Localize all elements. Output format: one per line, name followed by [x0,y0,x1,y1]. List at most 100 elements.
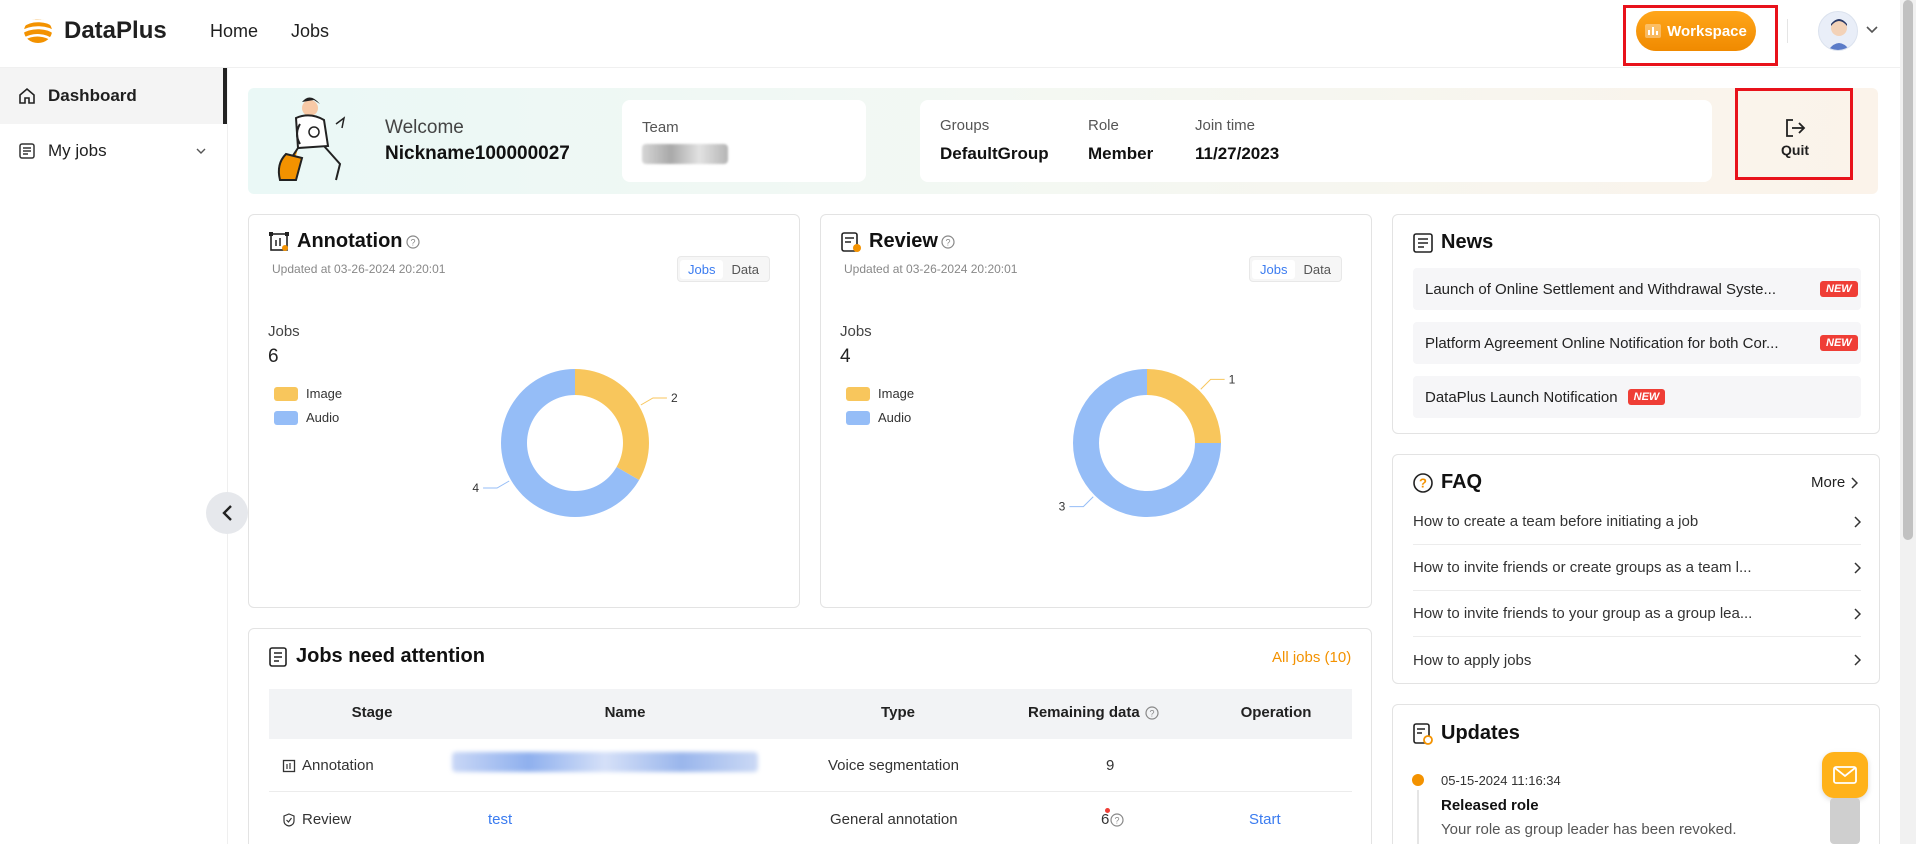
news-item-text: DataPlus Launch Notification [1425,388,1618,406]
legend-swatch [846,386,870,401]
annotation-metric-label: Jobs [268,323,300,340]
type-cell: General annotation [830,811,958,828]
header-divider [1787,19,1788,43]
table-row [269,792,1352,844]
remaining-cell: 9 [1106,757,1115,774]
quit-button[interactable]: Quit [1755,118,1835,164]
update-heading: Released role [1441,797,1539,814]
news-item-text: Launch of Online Settlement and Withdraw… [1425,280,1777,298]
faq-item-text: How to invite friends or create groups a… [1413,559,1752,576]
toggle-data[interactable]: Data [723,260,766,279]
job-name-redacted[interactable] [452,752,758,772]
legend-image: Image [274,386,342,401]
help-icon[interactable]: ? [1110,812,1124,827]
column-header-remaining: Remaining data ? [1028,704,1159,721]
toggle-jobs[interactable]: Jobs [1252,259,1296,279]
review-icon [841,232,861,252]
annotation-title: Annotation [297,230,403,252]
join-time-value: 11/27/2023 [1195,144,1280,163]
start-button[interactable]: Start [1249,811,1281,828]
update-date: 05-15-2024 11:16:34 [1441,773,1561,788]
faq-item[interactable]: How to invite friends or create groups a… [1413,545,1861,591]
chevron-right-icon [1854,607,1861,620]
role-value: Member [1088,144,1154,163]
faq-item[interactable]: How to apply jobs [1413,637,1861,683]
chevron-down-icon[interactable] [1866,26,1878,34]
welcome-illustration-icon [277,97,346,181]
faq-item[interactable]: How to create a team before initiating a… [1413,499,1861,545]
column-header-label: Remaining data [1028,704,1140,721]
toggle-jobs[interactable]: Jobs [680,259,724,279]
svg-text:?: ? [945,238,950,248]
faq-item-text: How to apply jobs [1413,651,1532,669]
sidebar-item-dashboard[interactable]: Dashboard [0,68,228,124]
news-item[interactable]: Platform Agreement Online Notification f… [1413,322,1861,364]
team-label: Team [642,119,679,136]
nav-jobs[interactable]: Jobs [291,21,329,42]
faq-item-text: How to invite friends to your group as a… [1413,605,1753,622]
faq-item-text: How to create a team before initiating a… [1413,513,1699,530]
home-icon [19,87,35,104]
collapse-sidebar-button[interactable] [206,492,248,534]
news-item[interactable]: Launch of Online Settlement and Withdraw… [1413,268,1861,310]
donut-slice-image[interactable] [575,369,649,480]
svg-text:?: ? [1115,815,1120,825]
brand-logo[interactable]: DataPlus [18,16,167,46]
review-title: Review [869,230,938,252]
chevron-right-icon [1851,476,1859,489]
help-icon[interactable]: ? [1145,705,1159,720]
quit-label: Quit [1781,142,1809,158]
donut-leader-line [640,397,667,406]
help-icon[interactable]: ? [406,235,420,249]
attention-title: Jobs need attention [296,645,485,667]
news-title: News [1441,231,1494,253]
user-avatar-icon [1828,19,1850,50]
toggle-data[interactable]: Data [1295,260,1338,279]
legend-label: Image [306,386,343,401]
review-metric-label: Jobs [840,323,872,340]
nav-home[interactable]: Home [210,21,258,42]
all-jobs-link[interactable]: All jobs (10) [1272,649,1351,666]
user-avatar[interactable] [1818,11,1858,51]
sidebar-item-label: Dashboard [48,86,137,105]
chevron-right-icon [1854,561,1861,574]
chevron-down-icon [196,148,206,154]
faq-more-link[interactable]: More [1811,474,1859,491]
sidebar-item-my-jobs[interactable]: My jobs [0,124,228,178]
stage-cell: Review [282,811,351,828]
document-list-icon [269,647,287,667]
review-view-toggle: Jobs Data [1249,256,1342,282]
annotation-metric-value: 6 [268,346,279,367]
column-header-type: Type [881,704,915,721]
workspace-label: Workspace [1667,22,1747,40]
sidebar-active-indicator [223,68,227,124]
workspace-button[interactable]: Workspace [1636,11,1756,51]
faq-title: FAQ [1441,471,1483,493]
join-time-label: Join time [1195,117,1256,134]
annotation-icon [269,232,289,251]
logout-icon [1786,119,1806,137]
legend-swatch [274,386,298,401]
help-icon[interactable]: ? [941,235,955,249]
alert-dot [1105,808,1110,813]
stage-cell: Annotation [282,757,374,774]
annotation-stage-icon [282,759,296,772]
remaining-cell: 6 ? [1101,811,1124,828]
donut-leader-line [483,480,510,489]
faq-item[interactable]: How to invite friends to your group as a… [1413,591,1861,637]
job-name-link[interactable]: test [488,811,512,828]
legend-audio: Audio [846,410,911,425]
chevron-left-icon [222,505,232,521]
svg-text:?: ? [410,238,415,248]
page-scrollbar-thumb[interactable] [1903,0,1913,540]
chart-icon [1645,24,1662,38]
team-card [622,100,866,182]
welcome-greeting: Welcome [385,117,464,138]
contact-float-button[interactable] [1822,752,1868,798]
news-item[interactable]: DataPlus Launch Notification NEW [1413,376,1861,418]
annotation-view-toggle: Jobs Data [677,256,770,282]
new-badge: NEW [1820,281,1858,297]
clipboard-icon [19,143,35,159]
column-header-name: Name [604,704,646,721]
column-header-stage: Stage [351,704,393,721]
